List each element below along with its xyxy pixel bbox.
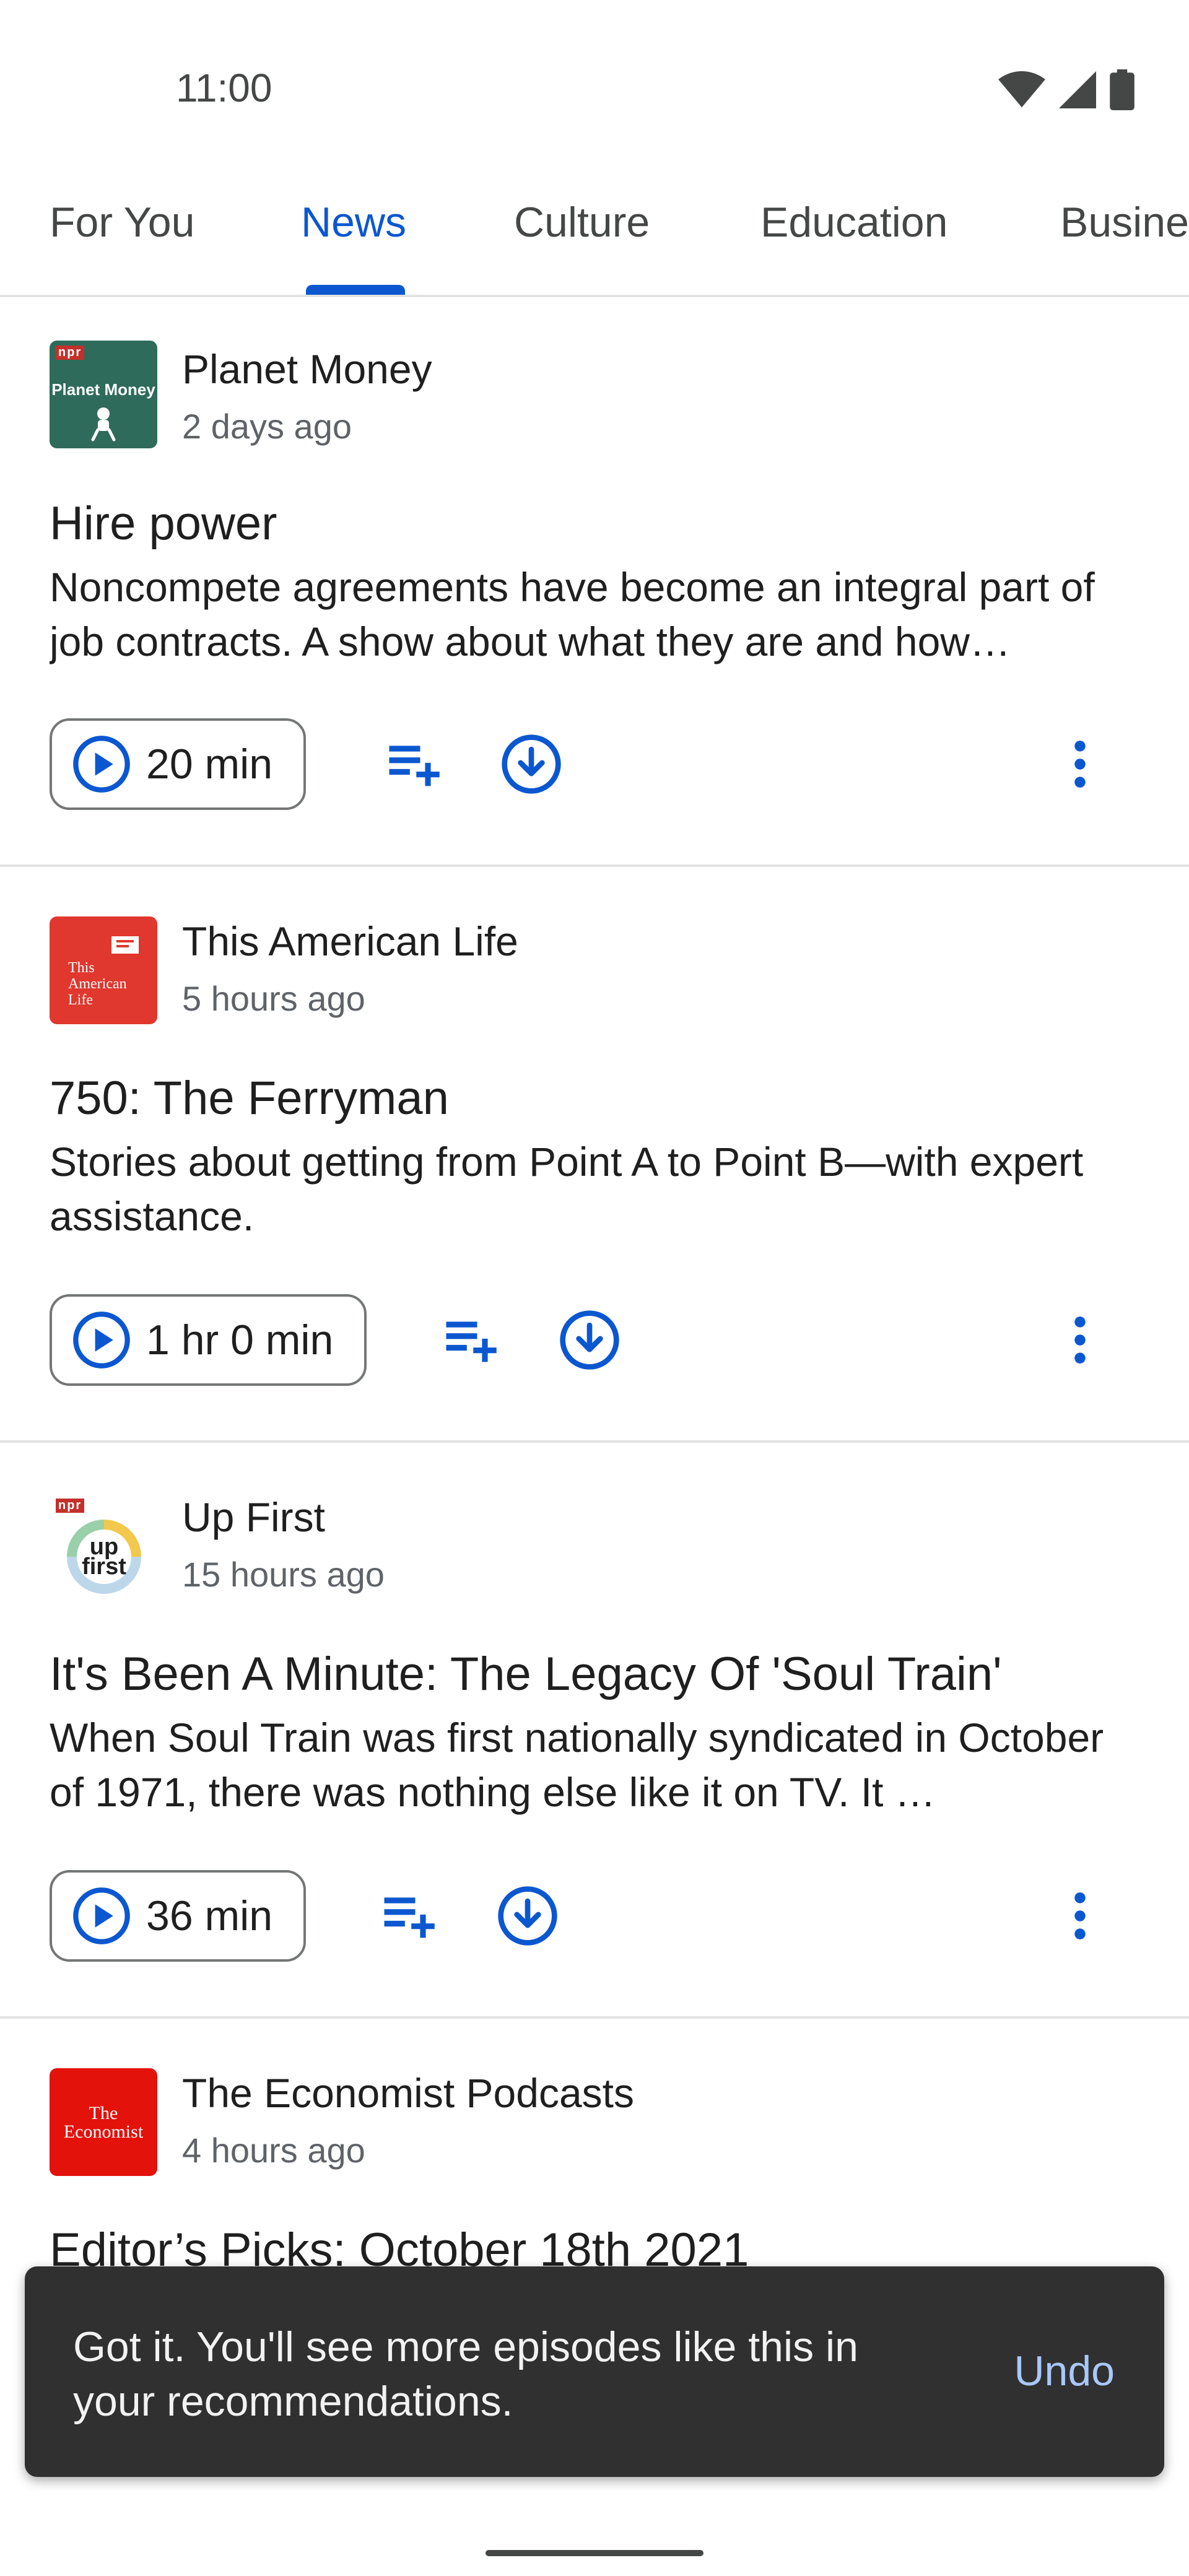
- play-button[interactable]: 1 hr 0 min: [50, 1294, 367, 1386]
- wifi-icon: [998, 71, 1045, 108]
- podcast-cover[interactable]: This American Life: [50, 916, 157, 1024]
- cover-title: The Economist: [63, 2103, 144, 2142]
- cover-title: This American Life: [68, 960, 127, 1008]
- duration-label: 20 min: [146, 741, 273, 788]
- episode-description: Noncompete agreements have become an int…: [50, 564, 1095, 664]
- download-icon: [560, 1310, 619, 1370]
- download-button[interactable]: [494, 727, 568, 801]
- podcast-cover[interactable]: The Economist: [50, 2068, 157, 2176]
- download-button[interactable]: [490, 1879, 565, 1953]
- download-icon: [498, 1886, 557, 1946]
- playlist-add-icon: [384, 1897, 435, 1938]
- episode-time: 4 hours ago: [182, 2131, 365, 2170]
- play-icon: [73, 1887, 130, 1944]
- episode-time: 2 days ago: [182, 407, 352, 446]
- episode-description: Stories about getting from Point A to Po…: [50, 1139, 1084, 1239]
- more-options-button[interactable]: [1043, 1879, 1117, 1953]
- cellular-signal-icon: [1059, 71, 1096, 108]
- cover-title: Planet Money: [51, 380, 155, 399]
- more-options-button[interactable]: [1043, 1303, 1117, 1377]
- download-icon: [502, 734, 561, 794]
- show-name[interactable]: The Economist Podcasts: [182, 2069, 634, 2117]
- playlist-add-icon: [446, 1321, 497, 1362]
- add-to-queue-button[interactable]: [432, 1303, 507, 1377]
- snackbar-message: Got it. You'll see more episodes like th…: [73, 2323, 858, 2425]
- battery-icon: [1110, 69, 1135, 110]
- duration-label: 1 hr 0 min: [146, 1316, 334, 1364]
- episode-description: When Soul Train was first nationally syn…: [50, 1715, 1104, 1815]
- play-button[interactable]: 20 min: [50, 718, 307, 810]
- more-vert-icon: [1074, 1892, 1086, 1939]
- episode-title[interactable]: 750: The Ferryman: [50, 1071, 449, 1125]
- download-button[interactable]: [552, 1303, 627, 1377]
- npr-badge: npr: [56, 1499, 85, 1513]
- episode-title[interactable]: It's Been A Minute: The Legacy Of 'Soul …: [50, 1647, 1002, 1701]
- status-time: 11:00: [176, 66, 272, 110]
- podcast-cover[interactable]: npr up first: [50, 1494, 157, 1601]
- astronaut-illustration: [91, 407, 116, 442]
- snackbar: Got it. You'll see more episodes like th…: [25, 2266, 1164, 2477]
- status-bar: 11:00: [0, 0, 1189, 173]
- episode-card[interactable]: npr up first Up First 15 hours ago It's …: [0, 1443, 1189, 2016]
- episode-card[interactable]: This American Life This American Life 5 …: [0, 867, 1189, 1440]
- status-icons: [998, 69, 1135, 110]
- home-indicator[interactable]: [486, 2550, 703, 2556]
- show-name[interactable]: This American Life: [182, 918, 518, 965]
- episode-card[interactable]: npr Planet Money Planet Money 2 days ago…: [0, 295, 1189, 864]
- tab-for-you[interactable]: For You: [50, 198, 194, 246]
- playlist-add-icon: [389, 746, 440, 786]
- cover-title: up first: [82, 1534, 126, 1580]
- npr-badge: npr: [56, 346, 85, 360]
- duration-label: 36 min: [146, 1892, 273, 1939]
- more-vert-icon: [1074, 1316, 1086, 1364]
- show-name[interactable]: Up First: [182, 1494, 325, 1541]
- add-to-queue-button[interactable]: [370, 1879, 445, 1953]
- episode-title[interactable]: Hire power: [50, 497, 277, 550]
- tab-news[interactable]: News: [301, 198, 406, 246]
- tab-business[interactable]: Busine: [1060, 198, 1189, 246]
- show-name[interactable]: Planet Money: [182, 346, 432, 393]
- undo-button[interactable]: Undo: [1014, 2347, 1115, 2395]
- episode-time: 5 hours ago: [182, 979, 365, 1018]
- tab-education[interactable]: Education: [760, 198, 947, 246]
- category-tabs: For You News Culture Education Busine: [0, 186, 1189, 297]
- podcast-cover[interactable]: npr Planet Money: [50, 341, 157, 448]
- episode-time: 15 hours ago: [182, 1555, 385, 1594]
- play-icon: [73, 736, 130, 793]
- more-vert-icon: [1074, 741, 1086, 788]
- tab-culture[interactable]: Culture: [514, 198, 650, 246]
- play-button[interactable]: 36 min: [50, 1870, 307, 1962]
- active-tab-indicator: [306, 285, 405, 295]
- more-options-button[interactable]: [1043, 727, 1117, 801]
- add-to-queue-button[interactable]: [375, 727, 450, 801]
- play-icon: [73, 1312, 130, 1368]
